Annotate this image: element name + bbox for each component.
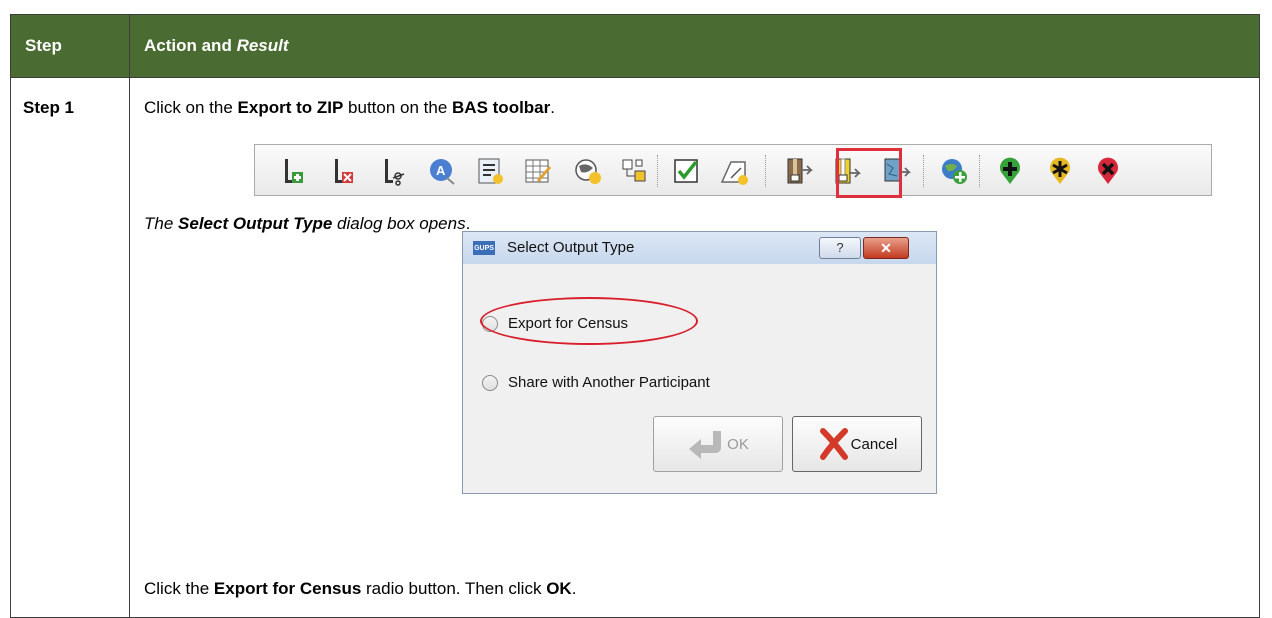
toolbar-separator [765, 155, 768, 187]
result-header-text: Result [236, 36, 289, 55]
toolbar-separator [657, 155, 660, 187]
validate-icon[interactable] [669, 154, 703, 188]
action-column-header: Action and Result [129, 14, 1260, 78]
step-action-cell: Click on the Export to ZIP button on the… [129, 77, 1260, 618]
toolbar-separator [979, 155, 982, 187]
step-number: Step 1 [10, 77, 130, 618]
add-point-icon[interactable] [993, 154, 1027, 188]
red-ellipse-callout [480, 297, 698, 345]
close-button[interactable]: ✕ [863, 237, 909, 259]
delete-line-icon[interactable] [327, 154, 361, 188]
instruction-line-1: Click on the Export to ZIP button on the… [144, 98, 555, 117]
bas-toolbar: A [254, 144, 1212, 196]
cancel-x-icon [819, 428, 848, 460]
new-form-icon[interactable] [473, 154, 507, 188]
app-logo: GUPS [473, 241, 495, 255]
cancel-label: Cancel [850, 435, 898, 453]
import-zip-icon[interactable] [781, 154, 815, 188]
share-radio[interactable] [482, 374, 498, 391]
action-header-text: Action and [144, 36, 237, 55]
add-layer-icon[interactable] [937, 154, 971, 188]
share-label: Share with Another Participant [508, 374, 710, 391]
dialog-titlebar: GUPS Select Output Type ? ✕ [463, 232, 936, 264]
export-for-census-option[interactable]: Export for Census [480, 297, 698, 345]
dialog-body: Export for Census Share with Another Par… [470, 266, 929, 487]
cancel-button[interactable]: Cancel [792, 416, 922, 472]
table-row: Step 1 Click on the Export to ZIP button… [10, 77, 1260, 618]
topology-icon[interactable] [617, 154, 651, 188]
globe-person-icon[interactable] [571, 154, 605, 188]
export-zip-highlight [836, 148, 902, 198]
dialog-title: Select Output Type [507, 239, 635, 256]
instruction-line-3: Click the Export for Census radio button… [144, 579, 577, 598]
page-top-strip [0, 0, 1272, 14]
toolbar-separator [923, 155, 926, 187]
modify-point-icon[interactable] [1043, 154, 1077, 188]
ok-button[interactable]: OK [653, 416, 783, 472]
steps-table: Step Action and Result Step 1 Click on t… [10, 14, 1260, 618]
table-header-row: Step Action and Result [10, 14, 1260, 78]
delete-point-icon[interactable] [1091, 154, 1125, 188]
address-point-icon[interactable]: A [425, 154, 459, 188]
new-polygon-icon[interactable] [717, 154, 751, 188]
ok-label: OK [727, 435, 749, 453]
split-line-icon[interactable] [377, 154, 411, 188]
arrow-icon [689, 431, 722, 459]
edit-table-icon[interactable] [521, 154, 555, 188]
instruction-line-2: The Select Output Type dialog box opens. [144, 214, 471, 233]
step-column-header: Step [10, 14, 130, 78]
svg-text:A: A [436, 163, 446, 178]
share-with-participant-option[interactable]: Share with Another Participant [482, 374, 710, 391]
help-button[interactable]: ? [819, 237, 861, 259]
select-output-type-dialog: GUPS Select Output Type ? ✕ Export for C… [462, 231, 937, 494]
add-line-icon[interactable] [277, 154, 311, 188]
